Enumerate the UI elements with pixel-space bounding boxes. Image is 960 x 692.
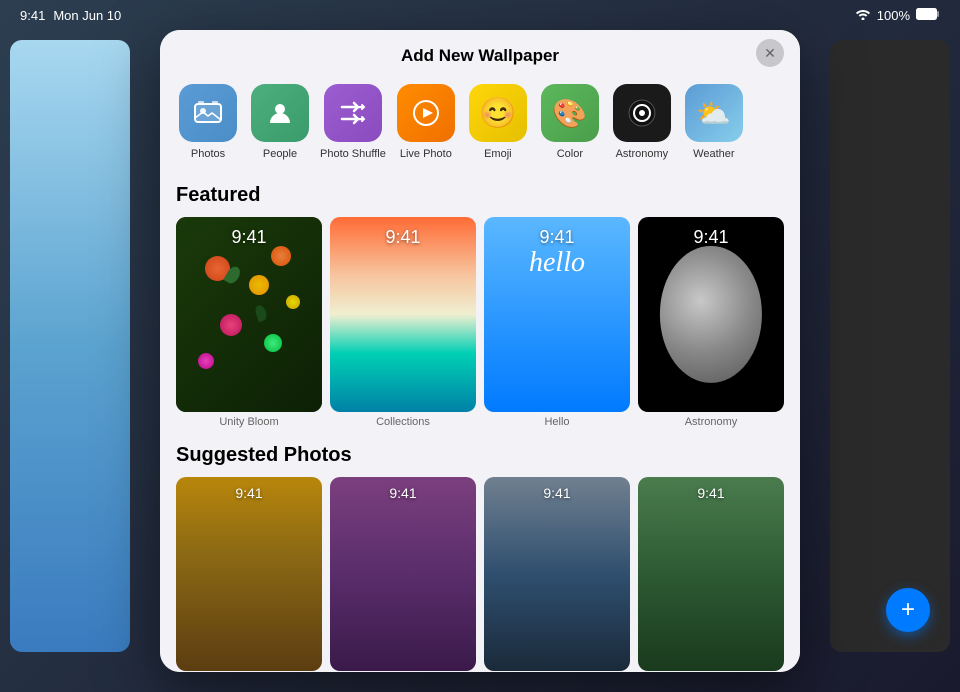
purple-time: 9:41 [330,485,476,501]
sheep-time: 9:41 [638,485,784,501]
modal-title: Add New Wallpaper [401,46,559,66]
suggested-purple[interactable]: 9:41 [330,477,476,672]
unity-bloom-label: Unity Bloom [176,416,322,428]
type-astronomy[interactable]: Astronomy [610,84,674,160]
hello-text: hello [484,247,630,279]
photos-icon [179,84,237,142]
unity-bloom-time: 9:41 [176,227,322,248]
collections-time: 9:41 [330,227,476,248]
suggested-section: Suggested Photos 9:41 9:41 9:41 9:41 [176,444,784,672]
featured-astronomy[interactable]: 9:41 Astronomy [638,217,784,428]
modal-header: Add New Wallpaper ✕ [160,30,800,76]
type-astronomy-label: Astronomy [616,148,669,160]
desert-time: 9:41 [176,485,322,501]
people-icon [251,84,309,142]
battery-icon [916,8,940,23]
type-emoji-label: Emoji [484,148,512,160]
type-emoji[interactable]: 😊 Emoji [466,84,530,160]
astronomy-label: Astronomy [638,416,784,428]
featured-collections[interactable]: 9:41 Collections [330,217,476,428]
astronomy-icon [613,84,671,142]
status-bar: 9:41 Mon Jun 10 100% [0,8,960,23]
color-icon: 🎨 [541,84,599,142]
featured-unity-bloom[interactable]: 9:41 Unity Bloom [176,217,322,428]
suggested-sheep[interactable]: 9:41 [638,477,784,672]
add-wallpaper-button[interactable]: + [886,588,930,632]
featured-hello[interactable]: 9:41 hello Hello [484,217,630,428]
featured-section: Featured [176,184,784,428]
weather-icon: ⛅ [685,84,743,142]
type-weather-label: Weather [693,148,734,160]
suggested-desert[interactable]: 9:41 [176,477,322,672]
type-weather[interactable]: ⛅ Weather [682,84,746,160]
type-color[interactable]: 🎨 Color [538,84,602,160]
add-wallpaper-modal: Add New Wallpaper ✕ Photos [160,30,800,672]
hello-time: 9:41 [484,227,630,248]
astronomy-preview: 9:41 [638,217,784,412]
moon-graphic [660,246,762,382]
astronomy-time: 9:41 [638,227,784,248]
live-icon [397,84,455,142]
type-photos[interactable]: Photos [176,84,240,160]
wifi-icon [855,8,871,23]
suggested-grid: 9:41 9:41 9:41 9:41 [176,477,784,672]
left-wallpaper-preview[interactable] [10,40,130,652]
featured-grid: 9:41 Unity Bloom 9:41 Collections 9:41 h… [176,217,784,428]
type-shuffle[interactable]: Photo Shuffle [320,84,386,160]
close-button[interactable]: ✕ [756,39,784,67]
type-photos-label: Photos [191,148,225,160]
right-wallpaper-preview[interactable] [830,40,950,652]
type-people[interactable]: People [248,84,312,160]
suggested-title: Suggested Photos [176,444,784,467]
collections-preview: 9:41 [330,217,476,412]
type-shuffle-label: Photo Shuffle [320,148,386,160]
battery-text: 100% [877,8,910,23]
status-time: 9:41 [20,8,45,23]
suggested-ocean[interactable]: 9:41 [484,477,630,672]
type-live-label: Live Photo [400,148,452,160]
emoji-icon: 😊 [469,84,527,142]
modal-scroll-content[interactable]: Featured [160,172,800,672]
status-date: Mon Jun 10 [53,8,121,23]
type-people-label: People [263,148,297,160]
unity-bloom-preview: 9:41 [176,217,322,412]
ocean-time: 9:41 [484,485,630,501]
type-live[interactable]: Live Photo [394,84,458,160]
featured-title: Featured [176,184,784,207]
type-color-label: Color [557,148,583,160]
hello-label: Hello [484,416,630,428]
wallpaper-type-row: Photos People Photo Shuffle [160,76,800,172]
collections-label: Collections [330,416,476,428]
hello-preview: 9:41 hello [484,217,630,412]
shuffle-icon [324,84,382,142]
